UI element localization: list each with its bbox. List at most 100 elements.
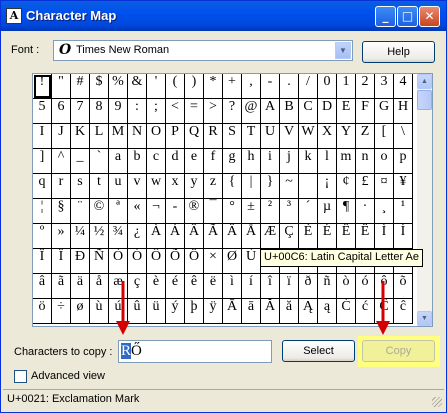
character-cell[interactable]: Ò xyxy=(109,249,128,274)
character-cell[interactable]: * xyxy=(204,74,223,99)
character-cell[interactable]: _ xyxy=(71,149,90,174)
character-cell[interactable]: ¿ xyxy=(128,224,147,249)
character-cell[interactable]: Ñ xyxy=(90,249,109,274)
select-button[interactable]: Select xyxy=(282,340,355,362)
character-cell[interactable]: g xyxy=(223,149,242,174)
character-cell[interactable]: Ó xyxy=(128,249,147,274)
character-cell[interactable]: . xyxy=(280,74,299,99)
character-cell[interactable]: $ xyxy=(90,74,109,99)
character-cell[interactable]: Ć xyxy=(337,299,356,324)
character-cell[interactable]: ù xyxy=(90,299,109,324)
character-cell[interactable]: n xyxy=(356,149,375,174)
character-cell[interactable]: ~ xyxy=(280,174,299,199)
chevron-down-icon[interactable]: ▼ xyxy=(335,42,351,59)
character-cell[interactable]: Ë xyxy=(356,224,375,249)
character-cell[interactable]: / xyxy=(299,74,318,99)
character-cell[interactable]: â xyxy=(33,274,52,299)
character-cell[interactable]: É xyxy=(318,224,337,249)
character-cell[interactable]: ā xyxy=(242,299,261,324)
character-cell[interactable]: Ê xyxy=(337,224,356,249)
character-cell[interactable]: ë xyxy=(204,274,223,299)
font-dropdown[interactable]: O Times New Roman ▼ xyxy=(53,40,353,61)
character-cell[interactable]: b xyxy=(128,149,147,174)
character-cell[interactable]: ü xyxy=(147,299,166,324)
resize-grip-icon[interactable] xyxy=(432,397,442,407)
character-cell[interactable]: « xyxy=(128,199,147,224)
character-cell[interactable]: 8 xyxy=(90,99,109,124)
character-cell[interactable]: ą xyxy=(318,299,337,324)
character-cell[interactable]: Ă xyxy=(261,299,280,324)
character-cell[interactable]: 2 xyxy=(356,74,375,99)
character-cell[interactable]: ñ xyxy=(318,274,337,299)
character-cell[interactable]: Q xyxy=(185,124,204,149)
character-cell[interactable]: o xyxy=(375,149,394,174)
character-cell[interactable]: ? xyxy=(223,99,242,124)
character-cell[interactable]: Ã xyxy=(204,224,223,249)
character-cell[interactable]: ¡ xyxy=(318,174,337,199)
character-cell[interactable]: é xyxy=(166,274,185,299)
character-cell[interactable]: X xyxy=(318,124,337,149)
character-cell[interactable]: ê xyxy=(185,274,204,299)
character-cell[interactable]: Ą xyxy=(299,299,318,324)
character-cell[interactable]: Í xyxy=(394,224,413,249)
character-cell[interactable]: þ xyxy=(185,299,204,324)
character-cell[interactable]: Ä xyxy=(223,224,242,249)
character-cell[interactable]: Ï xyxy=(52,249,71,274)
character-cell[interactable]: ½ xyxy=(90,224,109,249)
scroll-up-button[interactable]: ▲ xyxy=(417,74,432,89)
character-cell[interactable]: î xyxy=(261,274,280,299)
character-cell[interactable]: 5 xyxy=(33,99,52,124)
character-cell[interactable]: Ì xyxy=(375,224,394,249)
character-cell[interactable]: Á xyxy=(166,224,185,249)
character-cell[interactable]: ³ xyxy=(280,199,299,224)
character-cell[interactable]: } xyxy=(261,174,280,199)
character-cell[interactable]: 6 xyxy=(52,99,71,124)
character-cell[interactable]: \ xyxy=(394,124,413,149)
character-cell[interactable]: ú xyxy=(109,299,128,324)
character-cell[interactable]: Ù xyxy=(242,249,261,274)
title-bar[interactable]: A Character Map _ □ ✕ xyxy=(1,1,446,31)
copy-button[interactable]: Copy xyxy=(362,340,435,362)
character-cell[interactable]: ¯ xyxy=(204,199,223,224)
character-cell[interactable]: O xyxy=(147,124,166,149)
characters-to-copy-field[interactable]: RŐ xyxy=(118,340,272,363)
character-cell[interactable]: ÿ xyxy=(204,299,223,324)
character-cell[interactable]: H xyxy=(394,99,413,124)
character-cell[interactable]: w xyxy=(147,174,166,199)
character-cell[interactable]: Å xyxy=(242,224,261,249)
character-cell[interactable]: ( xyxy=(166,74,185,99)
character-cell[interactable]: A xyxy=(261,99,280,124)
character-cell[interactable]: È xyxy=(299,224,318,249)
checkbox-box[interactable] xyxy=(14,370,27,383)
character-cell[interactable]: z xyxy=(204,174,223,199)
character-cell[interactable]: ¼ xyxy=(71,224,90,249)
character-cell[interactable]: ¹ xyxy=(394,199,413,224)
character-cell[interactable]: , xyxy=(242,74,261,99)
character-cell[interactable]: ï xyxy=(280,274,299,299)
character-cell[interactable]: # xyxy=(71,74,90,99)
character-cell[interactable]: Z xyxy=(356,124,375,149)
character-cell[interactable]: p xyxy=(394,149,413,174)
character-cell[interactable]: ¬ xyxy=(147,199,166,224)
character-cell[interactable]: ì xyxy=(223,274,242,299)
character-cell[interactable]: è xyxy=(147,274,166,299)
character-cell[interactable]: + xyxy=(223,74,242,99)
character-cell[interactable]: { xyxy=(223,174,242,199)
character-cell[interactable]: ¤ xyxy=(375,174,394,199)
character-cell[interactable]: ò xyxy=(337,274,356,299)
character-cell[interactable]: ° xyxy=(223,199,242,224)
character-cell[interactable]: Â xyxy=(185,224,204,249)
character-cell[interactable]: ä xyxy=(71,274,90,299)
character-cell[interactable]: @ xyxy=(242,99,261,124)
character-cell[interactable]: ® xyxy=(185,199,204,224)
advanced-view-label[interactable]: Advanced view xyxy=(31,370,105,382)
character-cell[interactable]: 0 xyxy=(318,74,337,99)
character-cell[interactable]: ! xyxy=(33,74,52,99)
character-cell[interactable]: W xyxy=(299,124,318,149)
character-cell[interactable]: ¶ xyxy=(337,199,356,224)
character-cell[interactable]: B xyxy=(280,99,299,124)
character-cell[interactable]: ] xyxy=(33,149,52,174)
character-cell[interactable]: | xyxy=(242,174,261,199)
character-cell[interactable]: ć xyxy=(356,299,375,324)
character-cell[interactable]: ð xyxy=(299,274,318,299)
